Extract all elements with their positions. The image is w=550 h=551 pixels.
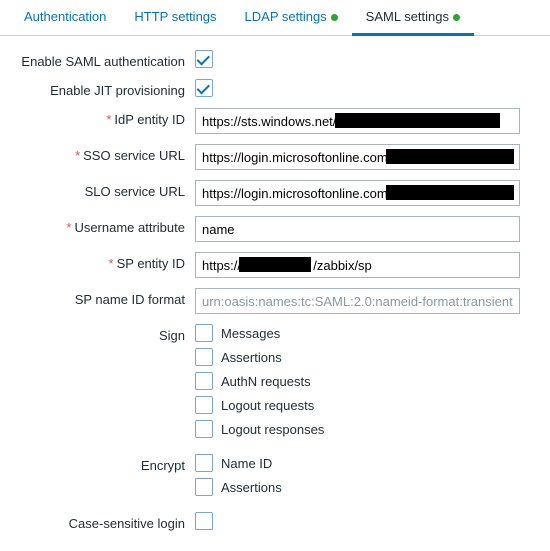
encrypt-assertions-label: Assertions: [221, 480, 282, 495]
case-sensitive-checkbox[interactable]: [195, 512, 213, 530]
status-dot-icon: [331, 14, 338, 21]
status-dot-icon: [453, 14, 460, 21]
redacted-block: [239, 257, 311, 272]
tab-http-settings[interactable]: HTTP settings: [120, 0, 230, 35]
encrypt-nameid-label: Name ID: [221, 456, 272, 471]
redacted-block: [335, 113, 500, 128]
sign-assertions-checkbox[interactable]: [195, 348, 213, 366]
tab-ldap-settings[interactable]: LDAP settings: [231, 0, 352, 35]
sp-nameid-input[interactable]: [195, 288, 520, 314]
tab-saml-label: SAML settings: [366, 9, 449, 24]
encrypt-assertions-checkbox[interactable]: [195, 478, 213, 496]
enable-saml-checkbox[interactable]: [195, 50, 213, 68]
sign-label: Sign: [10, 324, 195, 343]
sign-authn-checkbox[interactable]: [195, 372, 213, 390]
tab-saml-settings[interactable]: SAML settings: [352, 0, 474, 36]
encrypt-nameid-checkbox[interactable]: [195, 454, 213, 472]
sign-messages-label: Messages: [221, 326, 280, 341]
encrypt-label: Encrypt: [10, 454, 195, 473]
enable-saml-label: Enable SAML authentication: [10, 50, 195, 69]
sp-entity-label: *SP entity ID: [10, 252, 195, 271]
username-attr-label: *Username attribute: [10, 216, 195, 235]
redacted-block: [386, 149, 514, 164]
tab-ldap-label: LDAP settings: [245, 9, 327, 24]
sign-logout-resp-label: Logout responses: [221, 422, 324, 437]
tab-authentication[interactable]: Authentication: [10, 0, 120, 35]
saml-form: Enable SAML authentication Enable JIT pr…: [0, 36, 550, 551]
idp-entity-label: *IdP entity ID: [10, 108, 195, 127]
sp-nameid-label: SP name ID format: [10, 288, 195, 307]
sign-messages-checkbox[interactable]: [195, 324, 213, 342]
enable-jit-checkbox[interactable]: [195, 79, 213, 97]
sign-logout-resp-checkbox[interactable]: [195, 420, 213, 438]
redacted-block: [386, 185, 514, 200]
sign-logout-req-label: Logout requests: [221, 398, 314, 413]
sign-assertions-label: Assertions: [221, 350, 282, 365]
case-sensitive-label: Case-sensitive login: [10, 512, 195, 531]
enable-jit-label: Enable JIT provisioning: [10, 79, 195, 98]
sign-logout-req-checkbox[interactable]: [195, 396, 213, 414]
username-attr-input[interactable]: [195, 216, 520, 242]
slo-url-label: SLO service URL: [10, 180, 195, 199]
sso-url-label: *SSO service URL: [10, 144, 195, 163]
sign-authn-label: AuthN requests: [221, 374, 311, 389]
tabs: Authentication HTTP settings LDAP settin…: [0, 0, 550, 36]
